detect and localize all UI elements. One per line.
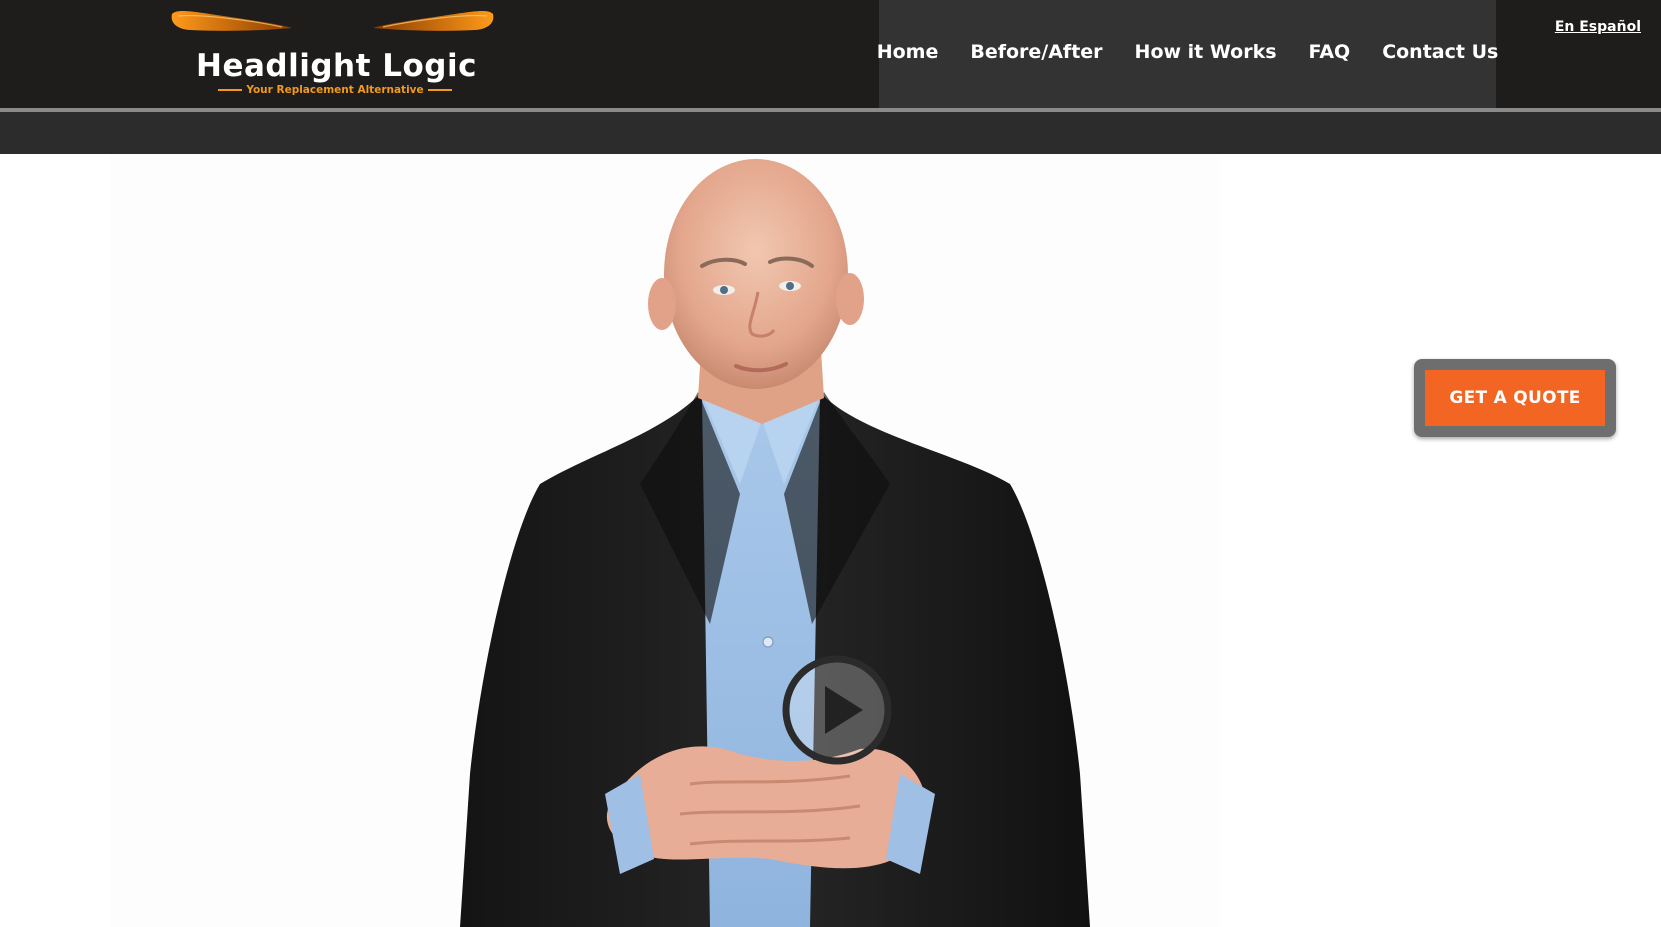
- nav-home[interactable]: Home: [861, 41, 955, 63]
- sub-header-bar: [0, 112, 1661, 154]
- quote-button-frame: GET A QUOTE: [1414, 359, 1616, 437]
- nav-how-it-works[interactable]: How it Works: [1119, 41, 1293, 63]
- get-a-quote-button[interactable]: GET A QUOTE: [1425, 370, 1605, 426]
- main-nav: Home Before/After How it Works FAQ Conta…: [877, 0, 1498, 108]
- site-header: Headlight Logic Your Replacement Alterna…: [0, 0, 1661, 108]
- hero-video[interactable]: GET A QUOTE: [0, 154, 1661, 927]
- logo-title: Headlight Logic: [196, 48, 477, 84]
- site-logo[interactable]: Headlight Logic Your Replacement Alterna…: [170, 6, 495, 102]
- presenter-image: [460, 159, 1090, 927]
- nav-contact-us[interactable]: Contact Us: [1366, 41, 1514, 63]
- nav-faq[interactable]: FAQ: [1293, 41, 1367, 63]
- nav-before-after[interactable]: Before/After: [954, 41, 1118, 63]
- play-icon[interactable]: [781, 654, 893, 766]
- spanish-language-link[interactable]: En Español: [1555, 19, 1641, 35]
- logo-tagline: Your Replacement Alternative: [210, 84, 460, 96]
